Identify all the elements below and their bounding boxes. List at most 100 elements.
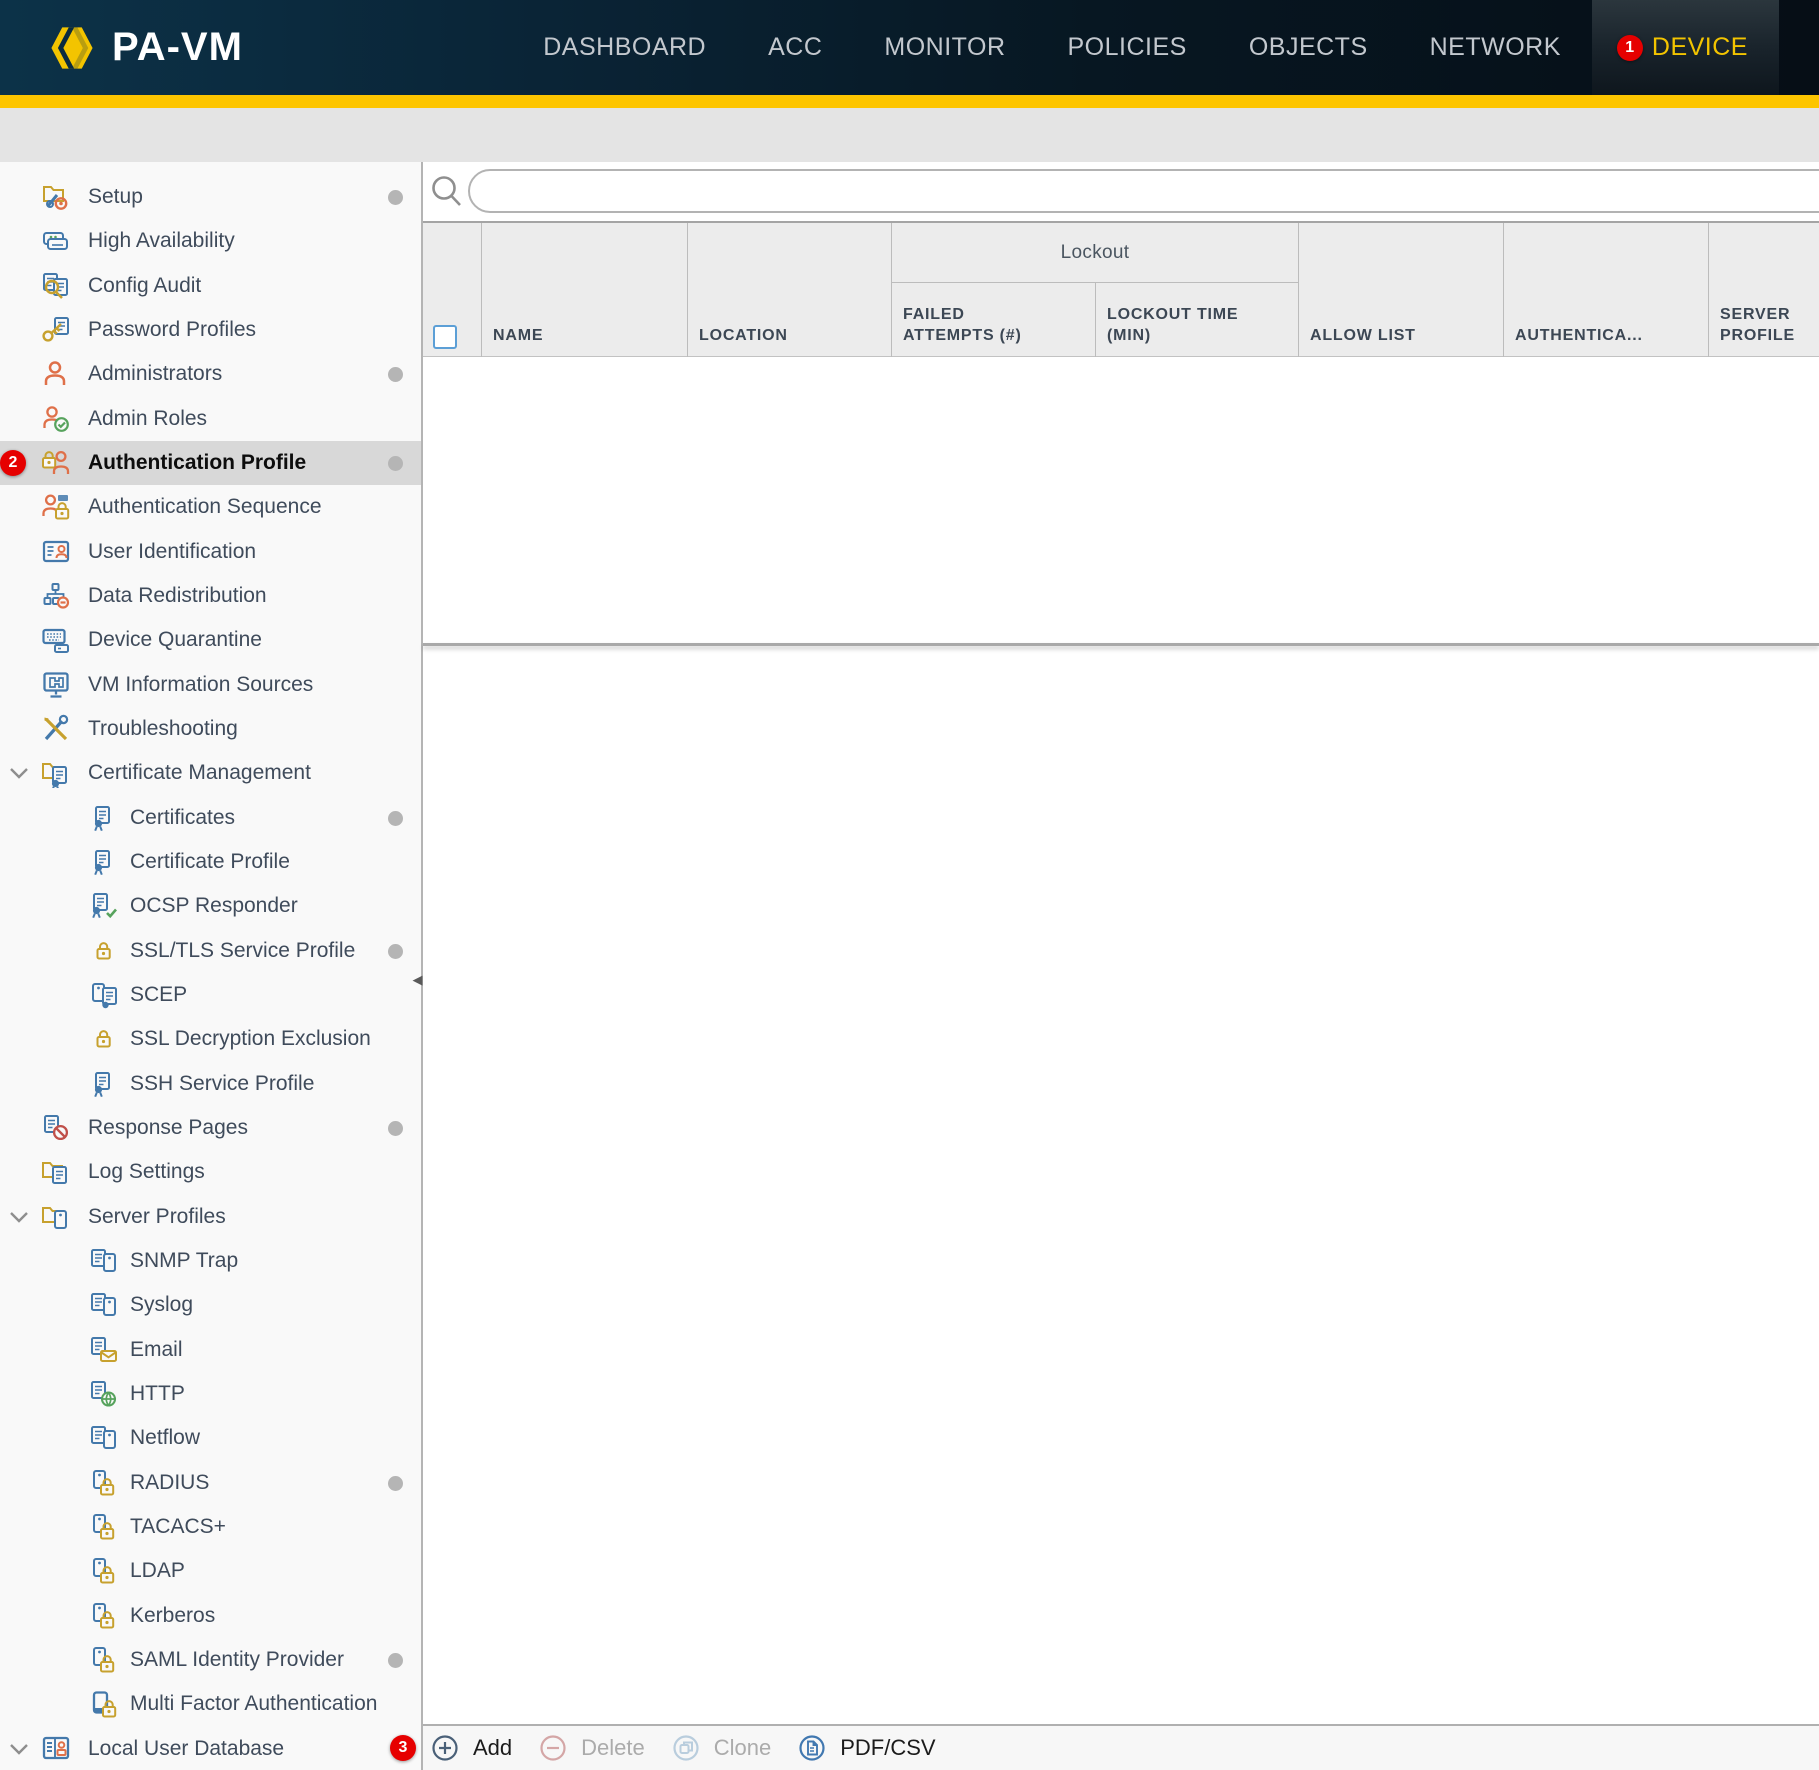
sidebar-item-label: Config Audit <box>88 274 421 298</box>
sidebar-item-response-pages[interactable]: Response Pages <box>0 1106 421 1150</box>
chevron-down-icon[interactable] <box>8 1209 30 1225</box>
column-header-location[interactable]: LOCATION <box>688 223 892 357</box>
sidebar-item-syslog[interactable]: Syslog <box>0 1283 421 1327</box>
sidebar-item-ldap[interactable]: LDAP <box>0 1549 421 1593</box>
sidebar-item-label: SNMP Trap <box>130 1249 421 1273</box>
server-profiles-icon <box>40 1201 72 1233</box>
certificate-icon <box>88 802 120 834</box>
toolbar-button-label: PDF/CSV <box>840 1735 935 1761</box>
sidebar-item-admin-roles[interactable]: Admin Roles <box>0 397 421 441</box>
column-header-authentication[interactable]: AUTHENTICA... <box>1504 223 1709 357</box>
palo-alto-logo-icon <box>46 22 98 74</box>
config-audit-icon <box>40 270 72 302</box>
sidebar-item-authentication-sequence[interactable]: Authentication Sequence <box>0 485 421 529</box>
nav-tab-policies[interactable]: POLICIES <box>1037 0 1218 95</box>
sidebar-item-device-quarantine[interactable]: Device Quarantine <box>0 618 421 662</box>
sidebar-item-config-audit[interactable]: Config Audit <box>0 264 421 308</box>
user-identification-icon <box>40 536 72 568</box>
nav-tab-monitor[interactable]: MONITOR <box>853 0 1036 95</box>
sidebar-item-high-availability[interactable]: High Availability <box>0 219 421 263</box>
column-header-allow-list[interactable]: ALLOW LIST <box>1299 223 1504 357</box>
sidebar-item-certificate-management[interactable]: Certificate Management <box>0 751 421 795</box>
column-header-failed-attempts[interactable]: FAILED ATTEMPTS (#) <box>892 283 1096 357</box>
sidebar-item-data-redistribution[interactable]: Data Redistribution <box>0 574 421 618</box>
sidebar-item-authentication-profile[interactable]: 2Authentication Profile <box>0 441 421 485</box>
sidebar-item-label: User Identification <box>88 540 421 564</box>
ssl-lock-icon <box>88 935 120 967</box>
sidebar-item-label: Admin Roles <box>88 407 421 431</box>
sidebar-item-ssh-service-profile[interactable]: SSH Service Profile <box>0 1062 421 1106</box>
status-dot <box>388 1653 403 1668</box>
empty-table-bottom-edge <box>423 643 1819 646</box>
search-row <box>423 162 1819 223</box>
sidebar-item-log-settings[interactable]: Log Settings <box>0 1150 421 1194</box>
chevron-down-icon[interactable] <box>8 1741 30 1757</box>
sidebar-item-radius[interactable]: RADIUS <box>0 1461 421 1505</box>
sidebar-item-label: Device Quarantine <box>88 628 421 652</box>
chevron-down-icon[interactable] <box>8 765 30 781</box>
sidebar-item-label: SSL/TLS Service Profile <box>130 939 421 963</box>
nav-tab-label: MONITOR <box>884 33 1005 62</box>
annotation-badge-1: 1 <box>1617 35 1643 61</box>
sidebar-item-label: Email <box>130 1338 421 1362</box>
sidebar-item-multi-factor-authentication[interactable]: Multi Factor Authentication <box>0 1682 421 1726</box>
setup-icon <box>40 181 72 213</box>
server-lock-icon <box>88 1511 120 1543</box>
pdf-csv-button[interactable]: PDF/CSV <box>797 1733 935 1763</box>
sidebar-item-label: LDAP <box>130 1559 421 1583</box>
search-icon <box>428 173 466 216</box>
column-header-lockout-time[interactable]: LOCKOUT TIME (MIN) <box>1096 283 1299 357</box>
sidebar-item-certificate-profile[interactable]: Certificate Profile <box>0 840 421 884</box>
sidebar-collapse-handle[interactable]: ◀ <box>413 970 422 990</box>
sidebar-item-label: Administrators <box>88 362 421 386</box>
annotation-badge-3: 3 <box>390 1735 416 1761</box>
sidebar-item-label: SSL Decryption Exclusion <box>130 1027 421 1051</box>
pa-vm-device-page: { "nav": { "logo_text": "PA-VM", "tabs":… <box>0 0 1819 1770</box>
sidebar-item-server-profiles[interactable]: Server Profiles <box>0 1195 421 1239</box>
sidebar-item-netflow[interactable]: Netflow <box>0 1416 421 1460</box>
sidebar-item-ocsp-responder[interactable]: OCSP Responder <box>0 884 421 928</box>
nav-tab-device[interactable]: 1DEVICE <box>1592 0 1779 95</box>
server-doc-icon <box>88 1289 120 1321</box>
sidebar-item-troubleshooting[interactable]: Troubleshooting <box>0 707 421 751</box>
minus-circle-icon <box>538 1733 568 1763</box>
sidebar-item-password-profiles[interactable]: Password Profiles <box>0 308 421 352</box>
sidebar-item-kerberos[interactable]: Kerberos <box>0 1594 421 1638</box>
search-input[interactable] <box>468 169 1819 213</box>
sidebar-item-tacacs-[interactable]: TACACS+ <box>0 1505 421 1549</box>
sidebar-item-email[interactable]: Email <box>0 1328 421 1372</box>
bottom-toolbar: AddDeleteClonePDF/CSV <box>423 1724 1819 1770</box>
log-settings-icon <box>40 1156 72 1188</box>
nav-tab-acc[interactable]: ACC <box>737 0 853 95</box>
nav-tab-objects[interactable]: OBJECTS <box>1218 0 1399 95</box>
sidebar-item-label: Log Settings <box>88 1160 421 1184</box>
sidebar-item-snmp-trap[interactable]: SNMP Trap <box>0 1239 421 1283</box>
server-doc-icon <box>88 1245 120 1277</box>
nav-tab-dashboard[interactable]: DASHBOARD <box>512 0 737 95</box>
sidebar-item-label: Certificate Profile <box>130 850 421 874</box>
annotation-badge-2: 2 <box>0 450 26 476</box>
sidebar-item-label: Password Profiles <box>88 318 421 342</box>
sidebar-item-ssl-decryption-exclusion[interactable]: SSL Decryption Exclusion <box>0 1017 421 1061</box>
sidebar-item-label: SCEP <box>130 983 421 1007</box>
sidebar-item-scep[interactable]: SCEP <box>0 973 421 1017</box>
toolbar-button-label: Delete <box>581 1735 645 1761</box>
column-header-server-profile[interactable]: SERVER PROFILE <box>1709 223 1819 357</box>
sidebar-item-user-identification[interactable]: User Identification <box>0 530 421 574</box>
nav-tab-network[interactable]: NETWORK <box>1399 0 1592 95</box>
status-dot <box>388 1121 403 1136</box>
column-header-name[interactable]: NAME <box>482 223 688 357</box>
sidebar-item-setup[interactable]: Setup <box>0 175 421 219</box>
sidebar-item-saml-identity-provider[interactable]: SAML Identity Provider <box>0 1638 421 1682</box>
device-sidebar: SetupHigh Availability Config Audit Passwo… <box>0 162 421 1770</box>
ocsp-responder-icon <box>88 890 120 922</box>
sidebar-item-certificates[interactable]: Certificates <box>0 796 421 840</box>
select-all-checkbox[interactable] <box>433 325 457 349</box>
sidebar-item-administrators[interactable]: Administrators <box>0 352 421 396</box>
local-user-database-icon <box>40 1733 72 1765</box>
sidebar-item-ssl-tls-service-profile[interactable]: SSL/TLS Service Profile <box>0 929 421 973</box>
add-button[interactable]: Add <box>430 1733 512 1763</box>
sidebar-item-local-user-database[interactable]: Local User Database <box>0 1726 421 1770</box>
sidebar-item-vm-information-sources[interactable]: VM Information Sources <box>0 663 421 707</box>
sidebar-item-http[interactable]: HTTP <box>0 1372 421 1416</box>
